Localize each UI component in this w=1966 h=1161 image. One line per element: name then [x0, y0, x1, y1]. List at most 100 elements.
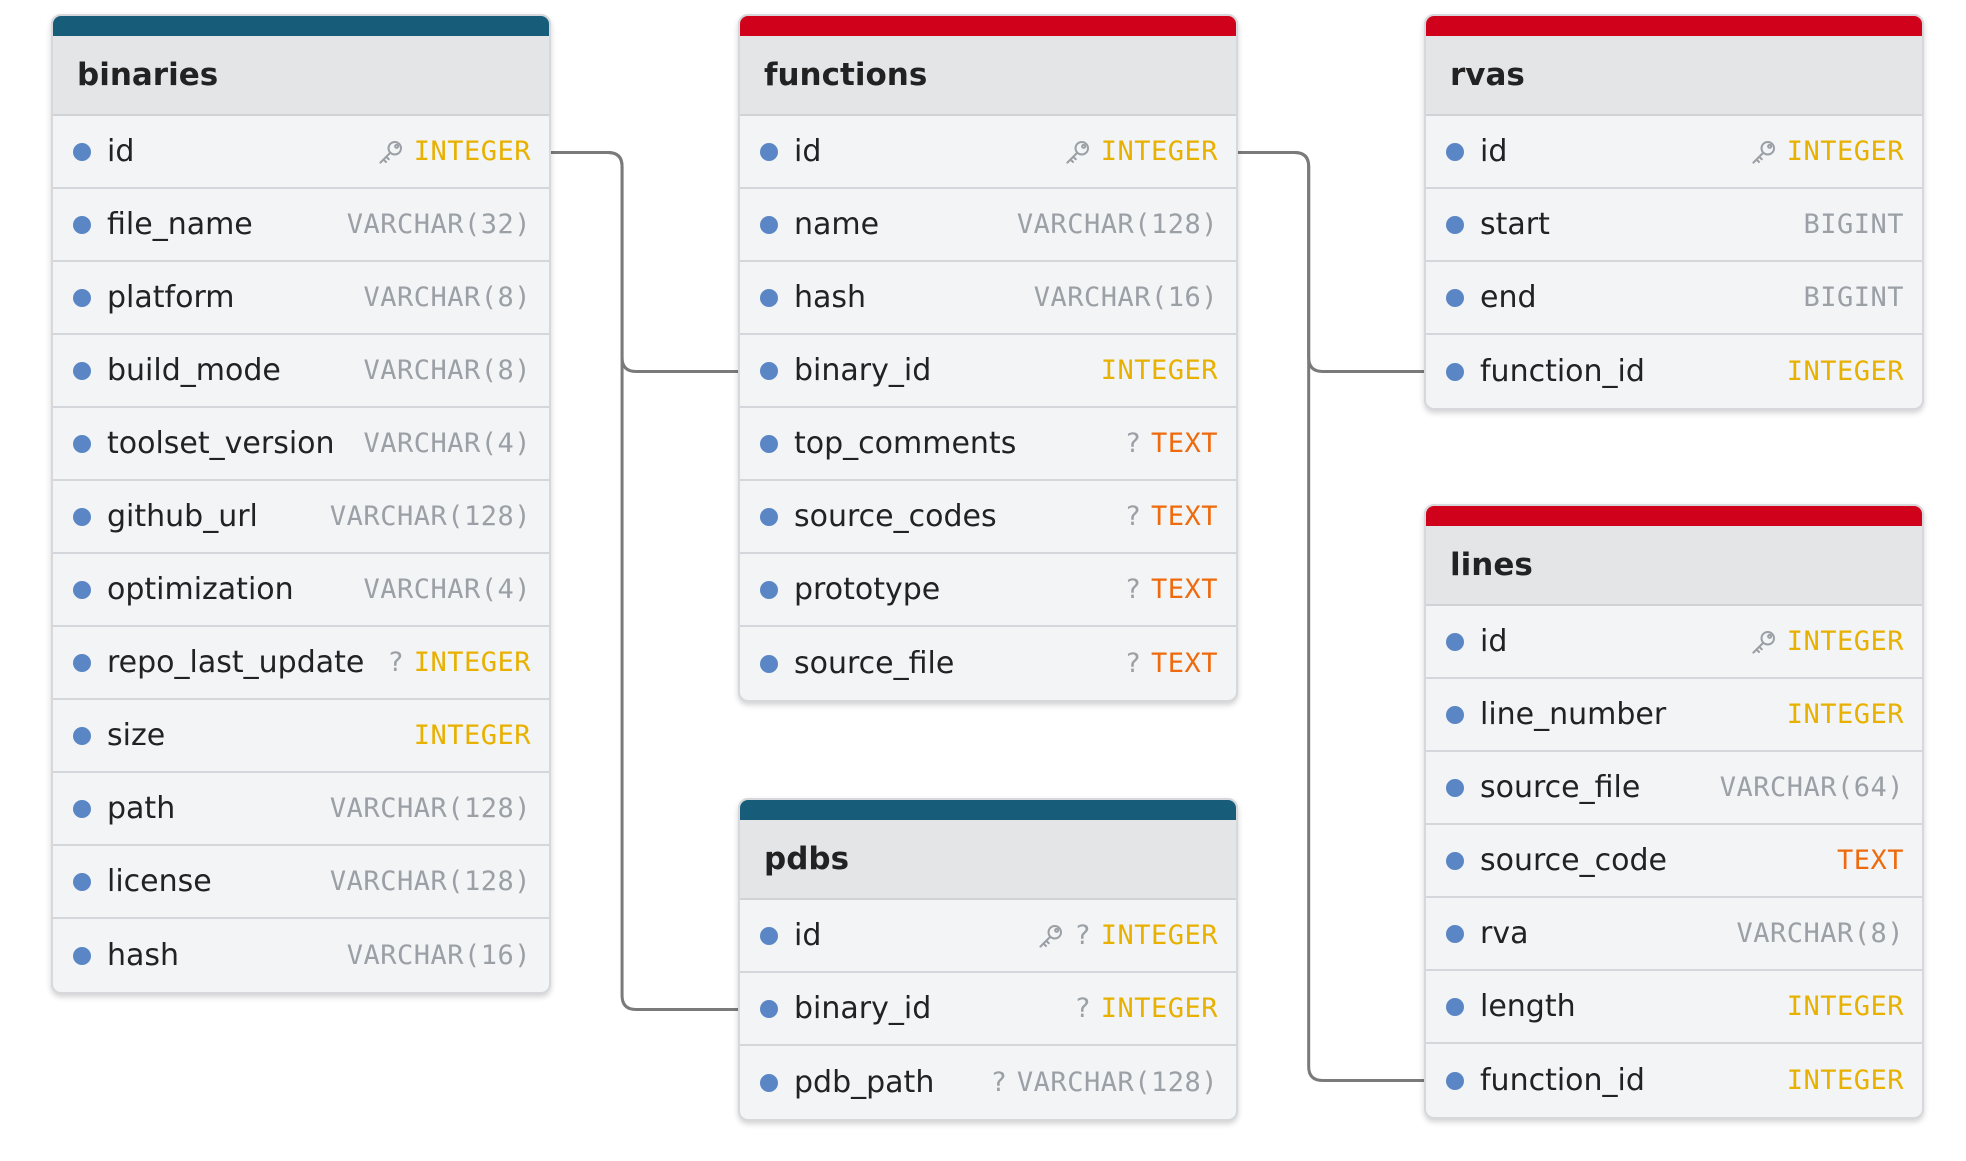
- table-binaries[interactable]: binaries id INTEGER file_name VARCHAR(32) pl…: [51, 14, 551, 994]
- field-dot-icon: [73, 215, 91, 234]
- field-type: VARCHAR(128): [329, 793, 531, 824]
- field-name: binary_id: [794, 353, 932, 388]
- field-row-function-id[interactable]: function_id INTEGER: [1426, 1044, 1922, 1117]
- field-type-group: VARCHAR(4): [363, 574, 531, 605]
- field-dot-icon: [1446, 362, 1464, 381]
- field-row-id[interactable]: id INTEGER: [53, 116, 549, 189]
- table-header[interactable]: binaries: [53, 36, 549, 116]
- field-name: toolset_version: [107, 426, 335, 461]
- field-row-line-number[interactable]: line_number INTEGER: [1426, 679, 1922, 752]
- field-row-length[interactable]: length INTEGER: [1426, 971, 1922, 1044]
- field-row-id[interactable]: id? INTEGER: [740, 900, 1236, 973]
- field-row-name[interactable]: name VARCHAR(128): [740, 189, 1236, 262]
- field-row-start[interactable]: start BIGINT: [1426, 189, 1922, 262]
- field-name: top_comments: [794, 426, 1017, 461]
- field-type-group: INTEGER: [1063, 136, 1218, 167]
- field-row-license[interactable]: license VARCHAR(128): [53, 846, 549, 919]
- field-row-github-url[interactable]: github_url VARCHAR(128): [53, 481, 549, 554]
- field-row-id[interactable]: id INTEGER: [1426, 606, 1922, 679]
- field-type-group: VARCHAR(32): [347, 209, 531, 240]
- field-type-group: VARCHAR(128): [330, 501, 531, 532]
- field-type-group: BIGINT: [1803, 209, 1904, 240]
- field-dot-icon: [760, 288, 778, 307]
- field-name: size: [107, 718, 166, 753]
- field-row-pdb-path[interactable]: pdb_path? VARCHAR(128): [740, 1046, 1236, 1119]
- field-dot-icon: [1446, 632, 1464, 651]
- field-name: prototype: [794, 572, 941, 607]
- field-dot-icon: [73, 361, 91, 380]
- relation-line-functions-lines[interactable]: [1238, 151, 1424, 1082]
- table-rvas[interactable]: rvas id INTEGER start BIGINT end BIGINT functi…: [1424, 14, 1924, 410]
- relation-line-binaries-pdbs[interactable]: [551, 151, 738, 1011]
- field-row-binary-id[interactable]: binary_id INTEGER: [740, 335, 1236, 408]
- primary-key-icon: [1063, 137, 1093, 167]
- field-dot-icon: [1446, 288, 1464, 307]
- field-row-hash[interactable]: hash VARCHAR(16): [53, 919, 549, 992]
- table-functions[interactable]: functions id INTEGER name VARCHAR(128) hash V…: [738, 14, 1238, 702]
- nullable-marker: ?: [1074, 920, 1091, 951]
- relation-line-functions-rvas[interactable]: [1238, 151, 1424, 373]
- field-type-group: ? INTEGER: [1074, 993, 1218, 1024]
- field-type-group: VARCHAR(128): [330, 866, 531, 897]
- field-type-group: ? INTEGER: [387, 647, 531, 678]
- field-type: INTEGER: [413, 136, 531, 167]
- field-row-build-mode[interactable]: build_mode VARCHAR(8): [53, 335, 549, 408]
- field-row-size[interactable]: size INTEGER: [53, 700, 549, 773]
- field-name: file_name: [107, 207, 253, 242]
- field-name: binary_id: [794, 991, 932, 1026]
- field-name: hash: [794, 280, 867, 315]
- field-row-hash[interactable]: hash VARCHAR(16): [740, 262, 1236, 335]
- field-row-id[interactable]: id INTEGER: [740, 116, 1236, 189]
- table-header[interactable]: lines: [1426, 526, 1922, 606]
- field-row-prototype[interactable]: prototype ? TEXT: [740, 554, 1236, 627]
- field-row-source-code[interactable]: source_code TEXT: [1426, 825, 1922, 898]
- field-name: hash: [107, 938, 180, 973]
- field-dot-icon: [760, 507, 778, 526]
- field-dot-icon: [73, 434, 91, 453]
- field-type: VARCHAR(128): [1016, 209, 1218, 240]
- field-row-top-comments[interactable]: top_comments? TEXT: [740, 408, 1236, 481]
- table-header[interactable]: functions: [740, 36, 1236, 116]
- field-type-group: INTEGER: [1749, 626, 1904, 657]
- field-type-group: ? TEXT: [1125, 648, 1218, 679]
- field-row-path[interactable]: path VARCHAR(128): [53, 773, 549, 846]
- field-dot-icon: [73, 507, 91, 526]
- field-row-platform[interactable]: platform VARCHAR(8): [53, 262, 549, 335]
- field-row-source-file[interactable]: source_file? TEXT: [740, 627, 1236, 700]
- field-type: INTEGER: [1100, 355, 1218, 386]
- field-name: github_url: [107, 499, 258, 534]
- field-row-repo-last-update[interactable]: repo_last_update? INTEGER: [53, 627, 549, 700]
- field-dot-icon: [760, 142, 778, 161]
- field-type: TEXT: [1836, 845, 1904, 876]
- field-name: end: [1480, 280, 1537, 315]
- field-type-group: VARCHAR(4): [363, 428, 531, 459]
- field-type: INTEGER: [1786, 1065, 1904, 1096]
- field-row-optimization[interactable]: optimization VARCHAR(4): [53, 554, 549, 627]
- field-dot-icon: [1446, 215, 1464, 234]
- field-type: VARCHAR(128): [1016, 1067, 1218, 1098]
- field-row-function-id[interactable]: function_id INTEGER: [1426, 335, 1922, 408]
- field-name: length: [1480, 989, 1576, 1024]
- field-row-file-name[interactable]: file_name VARCHAR(32): [53, 189, 549, 262]
- field-type-group: VARCHAR(8): [363, 282, 531, 313]
- field-row-id[interactable]: id INTEGER: [1426, 116, 1922, 189]
- field-type: INTEGER: [1786, 699, 1904, 730]
- field-type: BIGINT: [1803, 282, 1904, 313]
- field-name: license: [107, 864, 212, 899]
- field-row-source-codes[interactable]: source_codes? TEXT: [740, 481, 1236, 554]
- field-list: id INTEGER line_number INTEGER source_file VA…: [1426, 606, 1922, 1117]
- field-type-group: ? TEXT: [1125, 574, 1218, 605]
- field-row-source-file[interactable]: source_file VARCHAR(64): [1426, 752, 1922, 825]
- table-lines[interactable]: lines id INTEGER line_number INTEGER source_…: [1424, 504, 1924, 1119]
- relation-line-binaries-functions[interactable]: [551, 151, 738, 373]
- table-header[interactable]: pdbs: [740, 820, 1236, 900]
- nullable-marker: ?: [1124, 574, 1141, 605]
- field-row-binary-id[interactable]: binary_id ? INTEGER: [740, 973, 1236, 1046]
- table-header[interactable]: rvas: [1426, 36, 1922, 116]
- field-type: VARCHAR(128): [329, 866, 531, 897]
- field-row-rva[interactable]: rva VARCHAR(8): [1426, 898, 1922, 971]
- field-type-group: ? TEXT: [1125, 501, 1218, 532]
- table-pdbs[interactable]: pdbs id? INTEGER binary_id ? INTEGER pdb_path…: [738, 798, 1238, 1121]
- field-row-toolset-version[interactable]: toolset_version VARCHAR(4): [53, 408, 549, 481]
- field-row-end[interactable]: end BIGINT: [1426, 262, 1922, 335]
